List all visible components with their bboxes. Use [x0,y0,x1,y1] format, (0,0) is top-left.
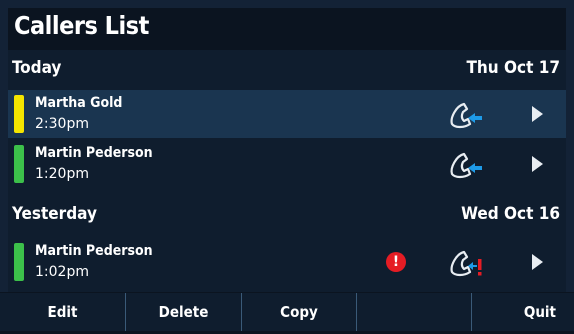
section-date: Thu Oct 17 [466,58,560,78]
incoming-call-icon [450,102,482,129]
phone-screen: Callers List Today Thu Oct 17 Martha Gol… [0,0,574,334]
call-row[interactable]: Martin Pederson 1:20pm [8,140,566,188]
call-time: 2:30pm [35,116,89,132]
copy-softkey[interactable]: Copy [242,293,357,331]
section-label: Yesterday [12,204,97,224]
presence-status-bar [14,95,24,133]
delete-softkey[interactable]: Delete [126,293,242,331]
presence-status-bar [14,243,24,281]
section-header-today: Today Thu Oct 17 [8,54,566,84]
page-title: Callers List [14,11,149,40]
missed-call-icon [450,250,482,277]
quit-softkey[interactable]: Quit [472,293,574,331]
incoming-call-icon [450,152,482,179]
presence-status-bar [14,145,24,183]
title-bar: Callers List [8,8,566,50]
call-row[interactable]: Martha Gold 2:30pm [8,90,566,138]
empty-softkey[interactable] [357,293,472,331]
chevron-right-icon[interactable] [532,254,543,270]
callers-list-panel: Callers List Today Thu Oct 17 Martha Gol… [8,8,566,326]
section-header-yesterday: Yesterday Wed Oct 16 [8,200,566,230]
call-row[interactable]: Martin Pederson 1:02pm ! [8,238,566,286]
section-label: Today [12,58,62,78]
alert-icon: ! [386,252,406,272]
edit-softkey[interactable]: Edit [0,293,126,331]
chevron-right-icon[interactable] [532,156,543,172]
caller-name: Martha Gold [35,95,123,111]
call-time: 1:20pm [35,166,89,182]
call-time: 1:02pm [35,264,89,280]
section-date: Wed Oct 16 [461,204,560,224]
caller-name: Martin Pederson [35,145,153,161]
chevron-right-icon[interactable] [532,106,543,122]
caller-name: Martin Pederson [35,243,153,259]
softkey-bar: Edit Delete Copy Quit [0,292,574,334]
